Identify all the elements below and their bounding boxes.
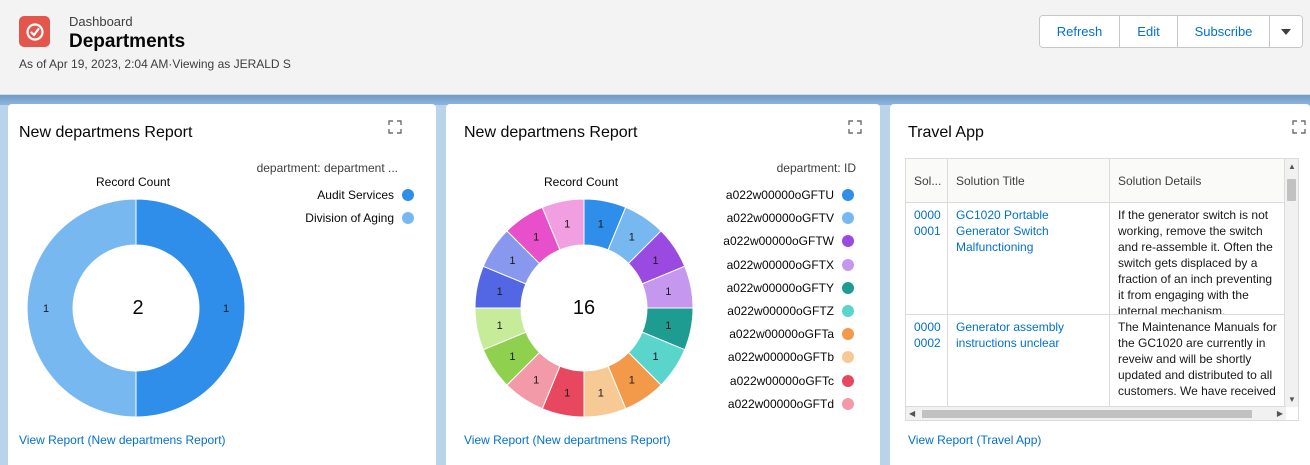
legend-item[interactable]: Audit Services [158, 187, 414, 203]
scroll-left-icon[interactable]: ◀ [909, 409, 915, 418]
scroll-up-icon[interactable]: ▲ [1288, 162, 1296, 171]
vertical-scrollbar[interactable]: ▲ ▼ [1284, 159, 1298, 407]
solution-details: If the generator switch is not working, … [1118, 208, 1273, 314]
legend-swatch [402, 212, 414, 224]
legend-swatch [842, 305, 854, 317]
legend-label: a022w00000oGFTa [729, 327, 834, 342]
scroll-down-icon[interactable]: ▼ [1288, 395, 1296, 404]
legend-swatch [842, 235, 854, 248]
legend-item[interactable]: a022w00000oGFTW [596, 233, 854, 249]
legend-swatch [842, 281, 854, 294]
legend-label: a022w00000oGFTY [726, 280, 834, 295]
scroll-right-icon[interactable]: ▶ [1277, 409, 1283, 418]
legend-item[interactable]: a022w00000oGFTZ [596, 303, 854, 319]
legend-swatch [842, 397, 854, 410]
solution-number[interactable]: 0000 0002 [906, 315, 948, 415]
chart-legend: a022w00000oGFTU a022w00000oGFTV a022w00000… [446, 104, 880, 426]
column-header-details[interactable]: Solution Details [1110, 159, 1286, 203]
legend-label: a022w00000oGFTZ [727, 304, 834, 318]
legend-item[interactable]: a022w00000oGFTX [596, 257, 854, 273]
column-header-title[interactable]: Solution Title [948, 159, 1110, 203]
solution-number[interactable]: 0000 0001 [906, 203, 948, 315]
legend-item[interactable]: Division of Aging [158, 210, 414, 226]
subscribe-button[interactable]: Subscribe [1178, 16, 1270, 47]
expand-icon[interactable] [1292, 120, 1306, 134]
legend-swatch [842, 258, 854, 271]
table-row: 0000 0002 Generator assembly instruction… [906, 315, 1286, 415]
scroll-thumb[interactable] [922, 410, 1252, 418]
legend-swatch [842, 189, 854, 201]
legend-swatch [842, 328, 854, 341]
header-eyebrow: Dashboard [69, 14, 133, 29]
more-actions-button[interactable] [1270, 16, 1302, 47]
view-report-link[interactable]: View Report (New departmens Report) [464, 433, 671, 447]
legend-item[interactable]: a022w00000oGFTd [596, 396, 854, 412]
donut-total: 2 [132, 297, 144, 319]
chevron-down-icon [1281, 28, 1291, 35]
refresh-button[interactable]: Refresh [1040, 16, 1120, 47]
solution-title[interactable]: GC1020 Portable Generator Switch Malfunc… [948, 203, 1110, 315]
slice-value-label: 1 [43, 303, 49, 315]
legend-label: a022w00000oGFTU [725, 188, 834, 202]
legend-label: a022w00000oGFTV [726, 211, 834, 226]
legend-item[interactable]: a022w00000oGFTU [596, 187, 854, 203]
header-subtitle: As of Apr 19, 2023, 2:04 AM·Viewing as J… [19, 57, 291, 71]
solution-title[interactable]: Generator assembly instructions unclear [948, 315, 1110, 415]
legend-swatch [842, 374, 854, 387]
solution-details: The Maintenance Manuals for the GC1020 a… [1118, 320, 1277, 398]
legend-swatch [842, 351, 854, 364]
legend-label: a022w00000oGFTX [726, 257, 834, 272]
legend-item[interactable]: a022w00000oGFTc [596, 373, 854, 389]
legend-swatch [402, 189, 414, 201]
legend-label: Audit Services [317, 188, 394, 202]
expand-icon[interactable] [388, 120, 402, 134]
report-card-2: New departmens Report Record Count 11111… [446, 104, 880, 465]
solutions-table: Sol... Solution Title Solution Details 0… [905, 158, 1299, 421]
legend-label: a022w00000oGFTW [723, 234, 834, 249]
legend-title: department: department ... [256, 161, 398, 175]
horizontal-scrollbar[interactable]: ◀ ▶ [906, 406, 1286, 420]
dashboard-gauge-icon [19, 16, 50, 47]
edit-button[interactable]: Edit [1120, 16, 1178, 47]
table-header: Sol... Solution Title Solution Details [906, 159, 1286, 203]
report-card-1: New departmens Report Record Count 11 2 … [8, 104, 436, 465]
legend-item[interactable]: a022w00000oGFTV [596, 210, 854, 226]
legend-item[interactable]: a022w00000oGFTY [596, 280, 854, 296]
page-title: Departments [69, 31, 186, 52]
legend-label: a022w00000oGFTc [729, 373, 834, 388]
card-title: Travel App [908, 124, 984, 141]
slice-value-label: 1 [223, 303, 229, 315]
table-row: 0000 0001 GC1020 Portable Generator Swit… [906, 203, 1286, 315]
view-report-link[interactable]: View Report (New departmens Report) [19, 433, 226, 447]
legend-item[interactable]: a022w00000oGFTa [596, 326, 854, 342]
legend-label: a022w00000oGFTb [727, 350, 834, 365]
card-title: New departmens Report [19, 124, 193, 141]
legend-label: Division of Aging [305, 211, 394, 225]
scroll-thumb[interactable] [1287, 179, 1296, 201]
dashboard-header: Dashboard Departments As of Apr 19, 2023… [0, 0, 1310, 95]
view-report-link[interactable]: View Report (Travel App) [908, 433, 1041, 447]
legend-label: a022w00000oGFTd [727, 396, 834, 411]
legend-item[interactable]: a022w00000oGFTb [596, 349, 854, 365]
header-button-group: Refresh Edit Subscribe [1039, 15, 1303, 48]
column-header-number[interactable]: Sol... [906, 159, 948, 203]
legend-swatch [842, 212, 854, 225]
